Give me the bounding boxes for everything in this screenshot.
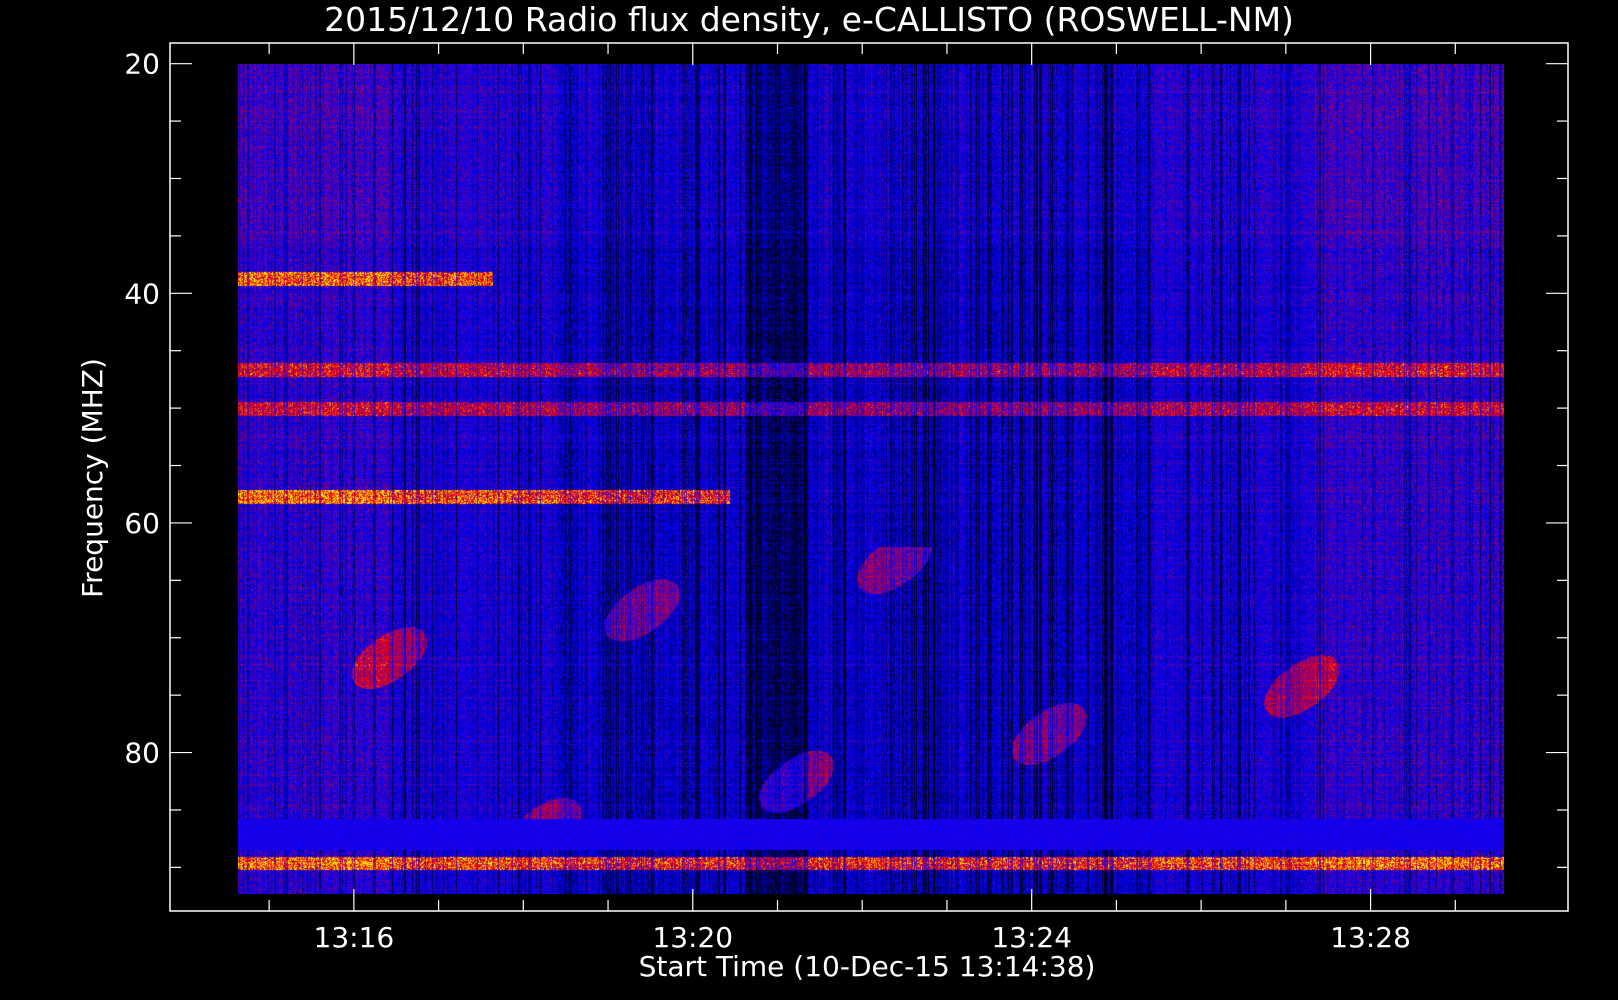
x-axis-label: Start Time (10-Dec-15 13:14:38) — [639, 950, 1096, 983]
heatmap — [238, 64, 1504, 894]
y-tick-label: 40 — [124, 277, 160, 310]
x-tick-label: 13:28 — [1330, 921, 1411, 954]
y-tick-label: 80 — [124, 737, 160, 770]
chart-title: 2015/12/10 Radio flux density, e-CALLIST… — [324, 0, 1294, 39]
y-tick-label: 20 — [124, 48, 160, 81]
y-axis-label: Frequency (MHZ) — [76, 358, 109, 598]
spectrogram-chart: 2015/12/10 Radio flux density, e-CALLIST… — [0, 0, 1618, 1000]
x-tick-label: 13:16 — [314, 921, 395, 954]
y-tick-label: 60 — [124, 507, 160, 540]
spectrogram-image — [238, 64, 1504, 894]
